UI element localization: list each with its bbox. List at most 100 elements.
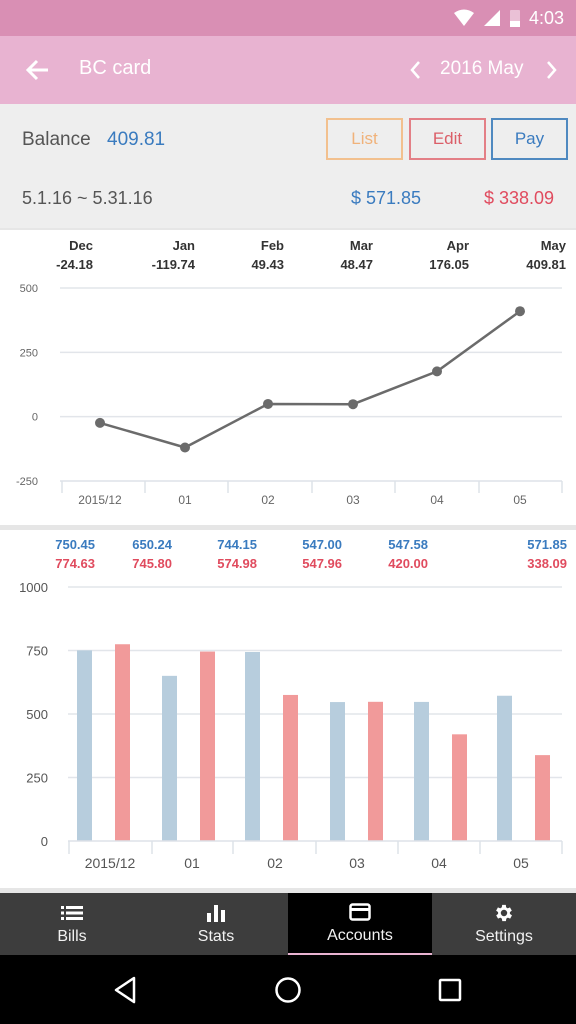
income-value-label: 650.24 (132, 537, 173, 552)
balance-label: Balance (22, 129, 91, 150)
income-value-label: 547.00 (302, 537, 342, 552)
x-tick-label: 2015/12 (78, 493, 122, 507)
expense-value-label: 338.09 (527, 556, 567, 571)
x-tick-label: 04 (431, 855, 447, 871)
system-back-button[interactable] (108, 972, 144, 1008)
page-title: BC card (79, 57, 152, 79)
nav-item-accounts[interactable]: Accounts (288, 893, 432, 955)
header-value-label: -24.18 (56, 257, 93, 272)
header-month-label: May (541, 238, 567, 253)
signal-icon (483, 10, 500, 26)
balance-data-point (432, 366, 442, 377)
income-bar (330, 702, 345, 841)
system-home-button[interactable] (270, 972, 306, 1008)
header-value-label: -119.74 (152, 257, 196, 272)
header-month-label: Mar (350, 238, 373, 253)
income-value-label: 744.15 (217, 537, 257, 552)
expense-value-label: 547.96 (302, 556, 342, 571)
header-value-label: 409.81 (526, 257, 566, 272)
balance-series-line (99, 310, 521, 449)
x-tick-label: 02 (267, 855, 283, 871)
header-value-label: 176.05 (429, 257, 469, 272)
list-icon (60, 902, 84, 924)
current-month: 2016 May (440, 58, 524, 79)
balance-line-chart: Dec -24.18 Jan -119.74 Feb 49.43 Mar 48.47 Apr 17… (16, 238, 567, 507)
period-income: $ 571.85 (351, 188, 422, 208)
status-icons: 4:03 (453, 6, 564, 30)
credit-card-icon (348, 901, 372, 923)
y-tick-label: -250 (16, 476, 38, 488)
x-tick-label: 04 (430, 493, 444, 507)
bottom-nav: Bills Stats Accounts Settings (0, 893, 576, 955)
income-bar (245, 651, 260, 841)
balance-data-point (180, 442, 190, 453)
nav-item-bills[interactable]: Bills (0, 893, 144, 955)
x-tick-label: 2015/12 (85, 855, 136, 871)
header-month-label: Dec (69, 238, 93, 253)
header-month-label: Jan (173, 238, 195, 253)
nav-label: Settings (475, 928, 533, 945)
previous-month-button[interactable] (404, 56, 428, 84)
system-recents-button[interactable] (432, 972, 468, 1008)
list-button[interactable]: List (326, 118, 403, 160)
y-tick-label: 250 (26, 771, 48, 786)
expense-value-label: 420.00 (388, 556, 428, 571)
balance-data-point (95, 417, 105, 428)
nav-label: Accounts (327, 927, 393, 944)
income-value-label: 571.85 (527, 537, 567, 552)
y-tick-label: 250 (20, 347, 38, 359)
y-tick-label: 1000 (19, 580, 48, 595)
income-value-label: 547.58 (388, 537, 428, 552)
wifi-icon (453, 9, 474, 26)
header-value-label: 48.47 (340, 257, 373, 272)
nav-label: Stats (197, 928, 235, 945)
income-bar (162, 675, 177, 841)
y-tick-label: 500 (26, 707, 48, 722)
back-triangle-icon (114, 976, 136, 1004)
x-tick-label: 02 (261, 493, 275, 507)
income-bar (77, 650, 92, 841)
expense-value-label: 745.80 (132, 556, 172, 571)
bar-chart-icon (204, 902, 228, 924)
battery-icon (509, 10, 520, 27)
edit-button[interactable]: Edit (409, 118, 486, 160)
y-tick-label: 0 (32, 412, 38, 424)
expense-bar (535, 755, 550, 841)
nav-item-stats[interactable]: Stats (144, 893, 288, 955)
gear-icon (492, 902, 516, 924)
income-expense-bar-chart: 750.45 650.24 744.15 547.00 547.58 571.85 774.… (19, 537, 567, 871)
y-tick-label: 0 (41, 834, 48, 849)
header-month-label: Apr (447, 238, 469, 253)
balance-value: 409.81 (107, 129, 166, 150)
next-month-button[interactable] (539, 56, 563, 84)
x-tick-label: 01 (178, 493, 192, 507)
header-month-label: Feb (261, 238, 284, 253)
expense-bar (368, 701, 383, 841)
balance-data-point (263, 398, 273, 409)
x-tick-label: 05 (513, 855, 529, 871)
chevron-right-icon (547, 61, 557, 79)
balance-line-chart-card: Dec -24.18 Jan -119.74 Feb 49.43 Mar 48.47 Apr 17… (0, 230, 576, 525)
system-nav-bar (0, 955, 576, 1024)
income-bar (497, 695, 512, 841)
nav-item-settings[interactable]: Settings (432, 893, 576, 955)
y-tick-label: 750 (26, 644, 48, 659)
expense-bar (115, 644, 130, 841)
income-value-label: 750.45 (55, 537, 95, 552)
balance-panel: Balance 409.81 List Edit Pay 5.1.16 ~ 5.… (0, 104, 576, 228)
expense-value-label: 774.63 (55, 556, 95, 571)
period-expense: $ 338.09 (484, 188, 555, 208)
x-tick-label: 03 (346, 493, 360, 507)
recents-square-icon (438, 978, 462, 1002)
pay-button[interactable]: Pay (491, 118, 568, 160)
income-expense-bar-chart-card: 750.45 650.24 744.15 547.00 547.58 571.85 774.… (0, 530, 576, 888)
back-button[interactable] (22, 54, 54, 86)
balance-data-point (515, 306, 525, 317)
arrow-left-icon (25, 59, 48, 81)
app-bar: BC card 2016 May (0, 36, 576, 104)
x-tick-label: 03 (349, 855, 365, 871)
expense-bar (283, 694, 298, 841)
expense-bar (200, 651, 215, 841)
expense-value-label: 574.98 (217, 556, 257, 571)
nav-label: Bills (57, 928, 87, 945)
